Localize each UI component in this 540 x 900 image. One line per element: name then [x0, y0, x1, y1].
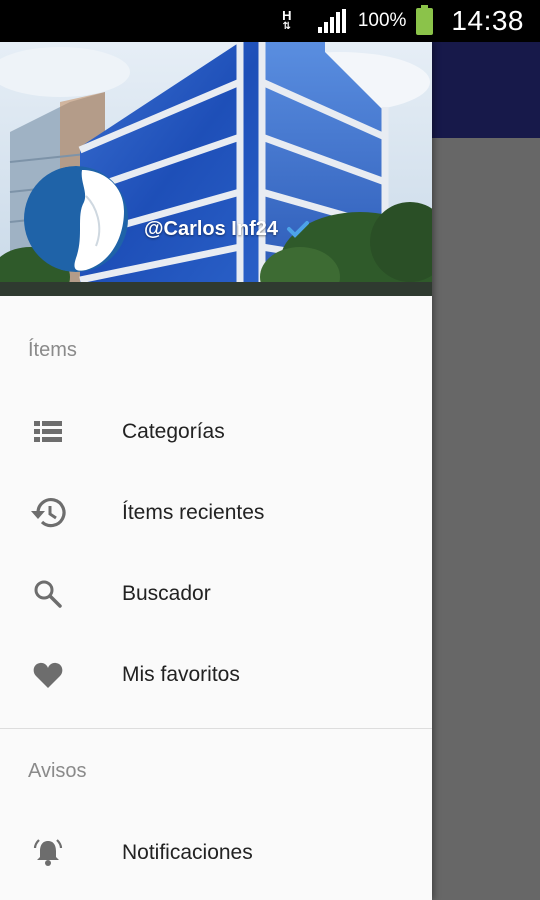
nav-item-label: Buscador: [122, 582, 211, 605]
section-label-items: Ítems: [28, 339, 77, 361]
username: @Carlos Inf24: [144, 217, 278, 240]
status-bar: H ⇅ 100% 14:38: [0, 0, 540, 42]
section-label-avisos: Avisos: [28, 760, 87, 782]
history-icon: [28, 493, 68, 533]
battery-icon: [416, 4, 434, 35]
bell-icon: [28, 833, 68, 873]
signal-icon: [317, 9, 346, 33]
section-divider: [0, 728, 432, 729]
nav-item-label: Ítems recientes: [122, 501, 265, 524]
nav-item-notificaciones[interactable]: Notificaciones: [0, 813, 432, 893]
nav-item-categorias[interactable]: Categorías: [0, 392, 432, 472]
navigation-drawer: @Carlos Inf24 Ítems Categorías Ítems rec…: [0, 42, 432, 900]
nav-item-label: Mis favoritos: [122, 663, 240, 686]
drawer-scrim[interactable]: [432, 138, 540, 900]
network-type-indicator: H ⇅: [282, 8, 292, 32]
app-toolbar: [432, 42, 540, 138]
list-icon: [28, 412, 68, 452]
username-row: @Carlos Inf24: [144, 217, 310, 241]
avatar[interactable]: [24, 166, 128, 272]
nav-item-label: Notificaciones: [122, 841, 253, 864]
nav-item-buscador[interactable]: Buscador: [0, 554, 432, 634]
nav-item-mis-favoritos[interactable]: Mis favoritos: [0, 635, 432, 715]
search-icon: [28, 574, 68, 614]
battery-percent: 100%: [357, 10, 407, 31]
nav-item-items-recientes[interactable]: Ítems recientes: [0, 473, 432, 553]
avatar-image: [24, 166, 128, 272]
heart-icon: [28, 655, 68, 695]
nav-item-label: Categorías: [122, 420, 225, 443]
verified-check-icon: [286, 221, 309, 238]
status-clock: 14:38: [451, 5, 524, 36]
drawer-header: @Carlos Inf24: [0, 42, 432, 296]
